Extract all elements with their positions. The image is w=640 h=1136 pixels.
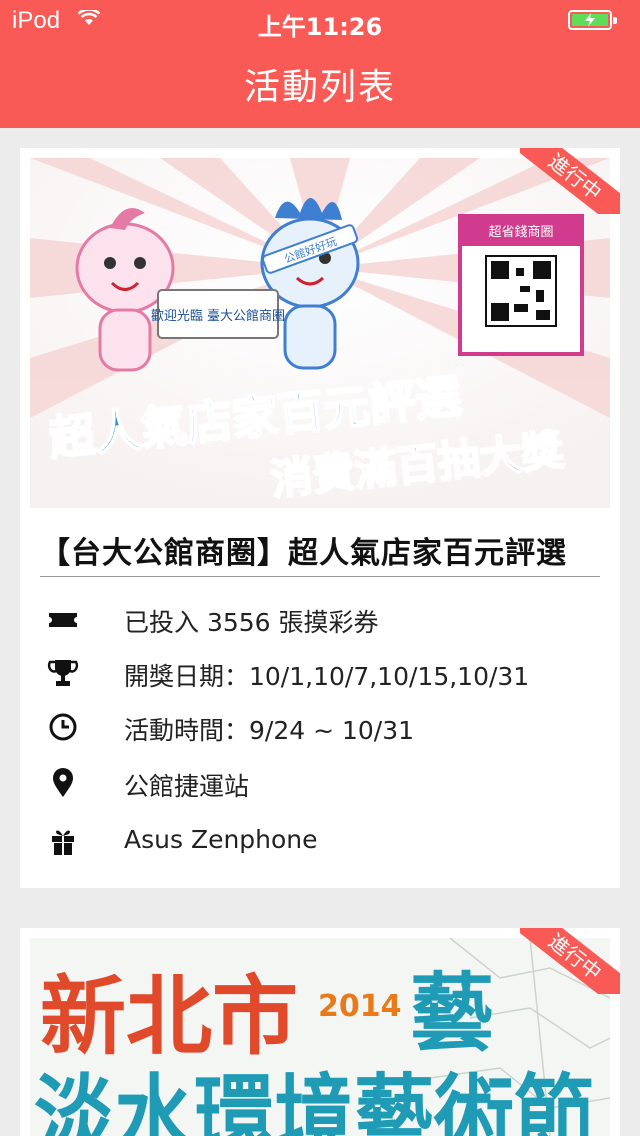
detail-text: 已投入 3556 張摸彩券 <box>124 608 379 637</box>
banner-text-art: 藝 <box>410 964 494 1062</box>
status-badge: 進行中 <box>520 928 620 994</box>
banner-text-city: 新北市 <box>40 967 298 1067</box>
svg-text:歡迎光臨 臺大公館商圈: 歡迎光臨 臺大公館商圈 <box>151 309 285 324</box>
status-bar: iPod 上午11:26 <box>0 0 640 41</box>
banner-text-year: 2014 <box>318 989 402 1024</box>
ticket-icon <box>49 613 77 627</box>
status-ribbon: 進行中 <box>520 148 620 214</box>
page-title: 活動列表 <box>243 67 396 108</box>
welcome-sign: 歡迎光臨 臺大公館商圈 <box>151 289 285 339</box>
status-badge: 進行中 <box>520 148 620 214</box>
detail-text: 活動時間：9/24 ~ 10/31 <box>124 716 415 745</box>
detail-ticket-count: 已投入 3556 張摸彩券 <box>40 598 600 638</box>
event-card[interactable]: 公館好好玩 歡迎光臨 臺大公館商圈 超省錢商圈 超人氣店家百元評選 消費滿百抽大… <box>20 148 620 888</box>
svg-text:超省錢商圈: 超省錢商圈 <box>488 224 553 240</box>
detail-text: 開獎日期：10/1,10/7,10/15,10/31 <box>124 662 530 691</box>
detail-prize: Asus Zenphone <box>40 820 600 860</box>
event-title: 【台大公館商圈】超人氣店家百元評選 <box>40 536 567 571</box>
nav-header: iPod 上午11:26 活動列表 <box>0 0 640 128</box>
detail-text: Asus Zenphone <box>124 825 318 854</box>
detail-event-period: 活動時間：9/24 ~ 10/31 <box>40 706 600 746</box>
detail-location: 公館捷運站 <box>40 762 600 802</box>
detail-draw-dates: 開獎日期：10/1,10/7,10/15,10/31 <box>40 652 600 692</box>
status-time: 上午11:26 <box>257 13 383 41</box>
status-ribbon: 進行中 <box>520 928 620 994</box>
clock-icon <box>49 713 77 741</box>
event-card[interactable]: 新北市 2014 藝 淡水環境藝術節 進行中 <box>20 928 620 1136</box>
trophy-icon <box>47 660 79 686</box>
gift-icon <box>52 830 74 855</box>
location-pin-icon <box>53 768 73 797</box>
divider <box>40 576 600 577</box>
battery-icon <box>568 10 617 30</box>
qr-code-panel: 超省錢商圈 <box>458 214 584 356</box>
banner-text-festival: 淡水環境藝術節 <box>34 1065 594 1136</box>
detail-text: 公館捷運站 <box>124 772 250 801</box>
